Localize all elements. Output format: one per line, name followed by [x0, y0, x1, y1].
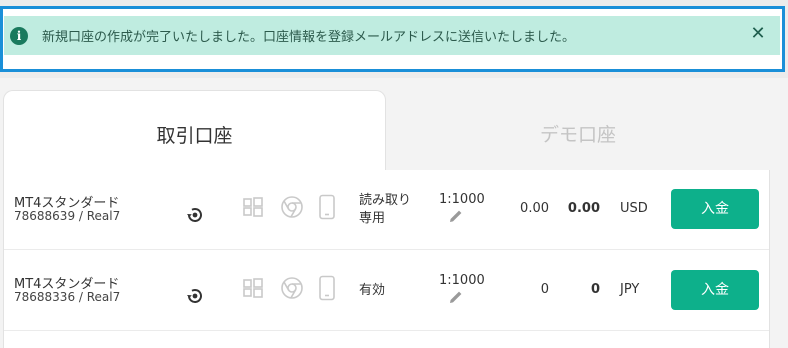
balance: 0: [540, 282, 549, 297]
browser-icon[interactable]: [280, 276, 304, 300]
tab-label: 取引口座: [156, 125, 233, 147]
browser-icon[interactable]: [280, 195, 304, 219]
close-icon[interactable]: ✕: [748, 24, 768, 44]
account-number: 78688639 / Real7: [14, 209, 121, 223]
reset-password-icon[interactable]: [185, 205, 205, 225]
tab-label: デモ口座: [539, 124, 616, 146]
equity: 0.00: [567, 201, 600, 216]
windows-icon[interactable]: [242, 196, 264, 218]
edit-leverage-icon[interactable]: [448, 208, 464, 224]
currency: JPY: [620, 282, 640, 297]
tab-live-accounts[interactable]: 取引口座: [3, 90, 386, 172]
tab-demo-accounts[interactable]: デモ口座: [386, 90, 770, 170]
notification-message: 新規口座の作成が完了いたしました。口座情報を登録メールアドレスに送信いたしました…: [42, 30, 576, 45]
equity: 0: [590, 282, 600, 297]
mobile-icon[interactable]: [318, 275, 336, 301]
notification-highlight-frame: i 新規口座の作成が完了いたしました。口座情報を登録メールアドレスに送信いたしま…: [0, 6, 785, 72]
success-notification: i 新規口座の作成が完了いたしました。口座情報を登録メールアドレスに送信いたしま…: [4, 16, 780, 55]
account-number: 78688336 / Real7: [14, 290, 121, 304]
table-row: MT4スタンダード 78688336 / Real7 有効 1:1000 0 0…: [4, 251, 769, 331]
windows-icon[interactable]: [242, 277, 264, 299]
reset-password-icon[interactable]: [185, 286, 205, 306]
table-row: MT4スタンダード 78688639 / Real7 読み取り専用 1:1000: [4, 170, 769, 250]
deposit-button[interactable]: 入金: [671, 189, 759, 229]
balance: 0.00: [520, 201, 549, 216]
deposit-button[interactable]: 入金: [671, 270, 759, 310]
account-status: 有効: [359, 283, 386, 298]
info-icon: i: [10, 26, 28, 45]
edit-leverage-icon[interactable]: [448, 289, 464, 305]
currency: USD: [620, 201, 648, 216]
mobile-icon[interactable]: [318, 194, 336, 220]
leverage: 1:1000: [439, 273, 485, 288]
account-status: 読み取り専用: [359, 193, 412, 226]
accounts-table: MT4スタンダード 78688639 / Real7 読み取り専用 1:1000: [3, 170, 770, 348]
leverage: 1:1000: [439, 192, 485, 207]
